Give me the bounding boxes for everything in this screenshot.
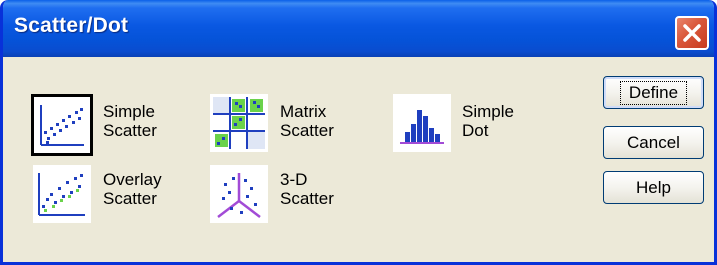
cancel-button[interactable]: Cancel (603, 126, 704, 159)
scatter-dot-dialog: Scatter/Dot Simple Scatter Matrix Scatte… (0, 0, 717, 265)
simple-scatter-icon (38, 101, 86, 149)
3d-scatter-thumbnail[interactable] (210, 165, 268, 223)
simple-dot-icon (396, 97, 448, 149)
help-button-label: Help (636, 177, 671, 197)
matrix-scatter-label-line2: Scatter (280, 121, 334, 140)
overlay-scatter-icon (36, 168, 88, 220)
simple-dot-label-line2: Dot (462, 121, 489, 140)
overlay-scatter-label-line1: Overlay (103, 170, 162, 189)
matrix-scatter-icon (213, 97, 265, 149)
overlay-scatter-thumbnail[interactable] (33, 165, 91, 223)
matrix-scatter-thumbnail[interactable] (210, 94, 268, 152)
simple-scatter-label-line2: Scatter (103, 121, 157, 140)
define-button-label: Define (619, 80, 688, 105)
3d-scatter-icon (213, 168, 265, 220)
define-button[interactable]: Define (603, 76, 704, 109)
dialog-title: Scatter/Dot (14, 14, 129, 37)
3d-scatter-label-line2: Scatter (280, 189, 334, 208)
title-bar[interactable]: Scatter/Dot (3, 0, 714, 57)
close-button[interactable] (675, 16, 709, 50)
simple-dot-label-line1: Simple (462, 102, 514, 121)
close-icon (683, 24, 701, 42)
cancel-button-label: Cancel (627, 132, 680, 152)
simple-dot-thumbnail[interactable] (393, 94, 451, 152)
3d-scatter-label-line1: 3-D (280, 170, 308, 189)
dialog-content: Simple Scatter Matrix Scatter Simple Dot… (3, 57, 714, 262)
help-button[interactable]: Help (603, 171, 704, 204)
simple-scatter-thumbnail[interactable] (31, 94, 93, 156)
matrix-scatter-label-line1: Matrix (280, 102, 327, 121)
overlay-scatter-label-line2: Scatter (103, 189, 157, 208)
simple-scatter-label-line1: Simple (103, 102, 155, 121)
